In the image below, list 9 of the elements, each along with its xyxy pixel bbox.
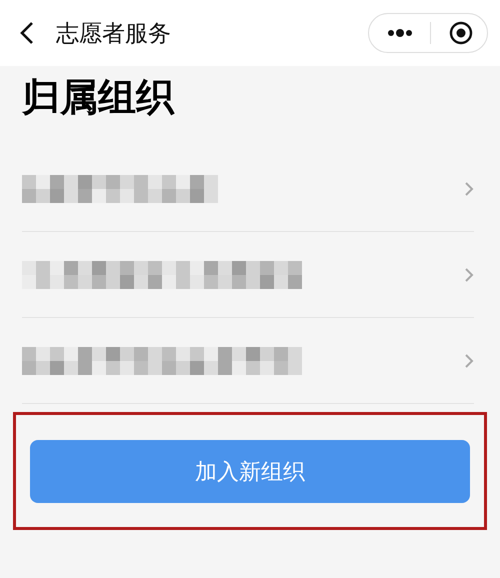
join-organization-button[interactable]: 加入新组织 bbox=[30, 440, 470, 503]
close-icon[interactable] bbox=[449, 21, 473, 45]
more-icon[interactable] bbox=[387, 29, 413, 37]
chevron-right-icon bbox=[464, 352, 474, 368]
chevron-right-icon bbox=[464, 180, 474, 196]
section-heading: 归属组织 bbox=[22, 76, 176, 121]
page-title: 志愿者服务 bbox=[56, 18, 171, 48]
back-icon[interactable] bbox=[18, 20, 36, 46]
chevron-right-icon bbox=[464, 266, 474, 282]
